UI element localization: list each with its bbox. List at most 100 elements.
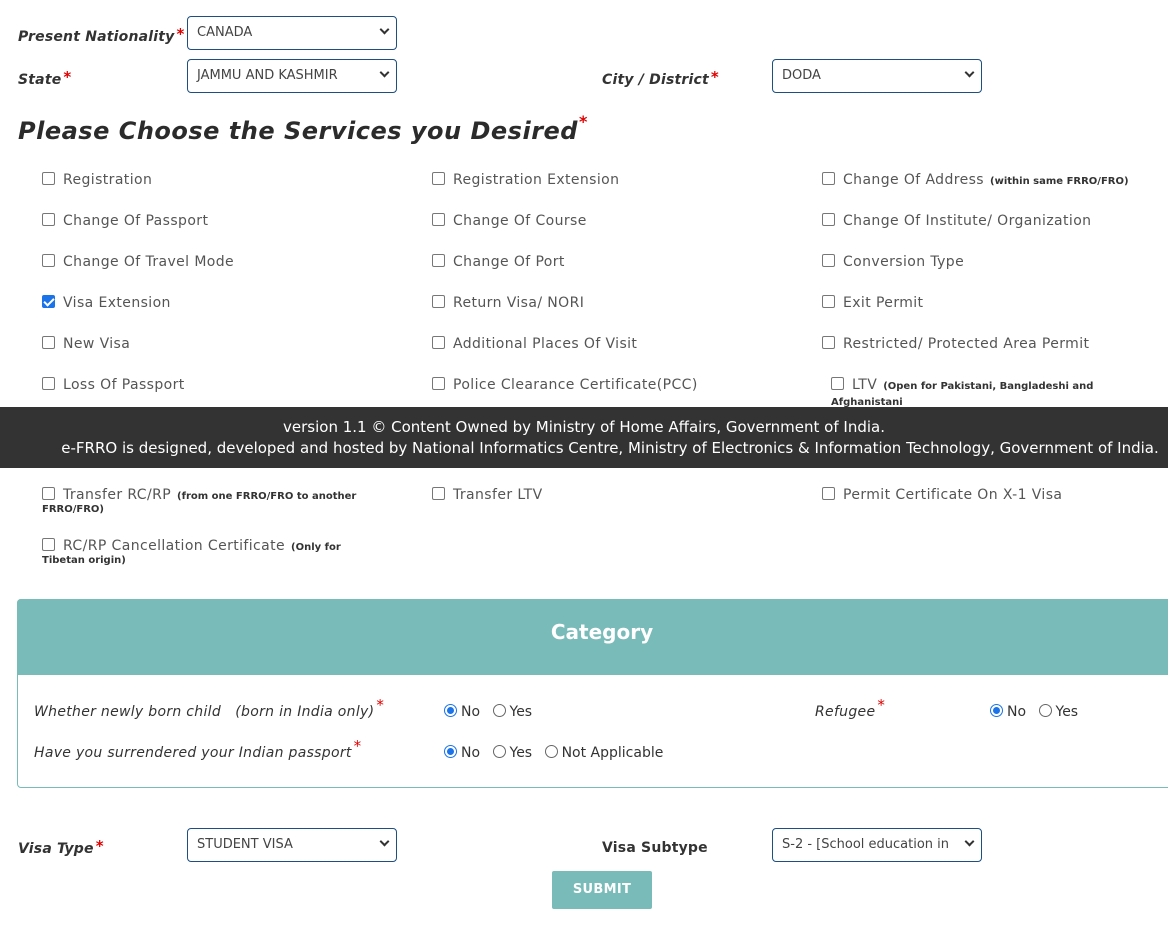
service-note-continued: FRRO/FRO) [42,504,104,515]
chevron-down-icon [964,836,975,847]
radio-icon[interactable] [492,745,506,758]
service-label: Change Of Address [843,172,985,188]
required-mark: * [63,68,72,86]
city-select[interactable]: DODA [772,59,982,93]
city-label: City / District * [602,68,719,88]
checkbox-icon[interactable] [432,254,445,267]
service-option[interactable]: Change Of Course [432,213,587,229]
newborn-option-no[interactable]: No [444,704,480,720]
service-option[interactable]: Exit Permit [822,295,923,311]
state-select[interactable]: JAMMU AND KASHMIR [187,59,397,93]
radio-icon[interactable] [544,745,558,758]
checkbox-icon[interactable] [432,172,445,185]
service-label: Change Of Course [453,213,587,229]
required-mark: * [353,737,362,755]
checkbox-icon[interactable] [822,172,835,185]
service-note: (Only for [291,542,341,553]
checkbox-icon[interactable] [432,295,445,308]
nationality-select[interactable]: CANADA [187,16,397,50]
required-mark: * [578,112,588,131]
checkbox-icon[interactable] [432,487,445,500]
surrendered-label-text: Have you surrendered your Indian passpor… [34,745,352,761]
service-option[interactable]: Permit Certificate On X-1 Visa [822,487,1062,503]
checkbox-icon[interactable] [432,377,445,390]
service-label: Additional Places Of Visit [453,336,638,352]
checkbox-icon[interactable] [822,213,835,226]
service-label: Restricted/ Protected Area Permit [843,336,1090,352]
radio-selected-icon[interactable] [444,704,457,717]
checkbox-icon[interactable] [822,254,835,267]
service-note-continued: Tibetan origin) [42,555,126,566]
visa-subtype-value: S-2 - [School education in [782,837,950,852]
required-mark: * [95,837,104,855]
newborn-option-yes[interactable]: Yes [492,704,532,720]
service-note: (from one FRRO/FRO to another [177,491,357,502]
services-title: Please Choose the Services you Desired* [18,112,588,145]
service-option[interactable]: Registration [42,172,152,188]
checkbox-icon[interactable] [822,336,835,349]
checkbox-icon[interactable] [432,336,445,349]
checkbox-icon[interactable] [42,172,55,185]
required-mark: * [877,696,886,714]
service-label: Return Visa/ NORI [453,295,585,311]
visa-type-label-text: Visa Type [18,841,94,857]
service-option[interactable]: Restricted/ Protected Area Permit [822,336,1089,352]
service-option[interactable]: Police Clearance Certificate(PCC) [432,377,698,393]
service-note: (within same FRRO/FRO) [990,176,1129,187]
service-option[interactable]: Change Of Address (within same FRRO/FRO) [822,172,1129,188]
checkbox-icon[interactable] [42,538,55,551]
refugee-option-yes[interactable]: Yes [1038,704,1078,720]
surrendered-option-no[interactable]: No [444,745,480,761]
surrendered-option-yes[interactable]: Yes [492,745,532,761]
submit-button[interactable]: SUBMIT [552,871,652,909]
visa-type-value: STUDENT VISA [197,837,293,852]
service-option[interactable]: Conversion Type [822,254,964,270]
radio-selected-icon[interactable] [990,704,1003,717]
service-label: Permit Certificate On X-1 Visa [843,487,1063,503]
newborn-radio-group: No Yes [444,704,540,720]
visa-type-select[interactable]: STUDENT VISA [187,828,397,862]
service-label: Change Of Passport [63,213,209,229]
service-label: Conversion Type [843,254,965,270]
checkbox-icon[interactable] [42,213,55,226]
surrendered-option-na[interactable]: Not Applicable [544,745,664,761]
service-option[interactable]: Additional Places Of Visit [432,336,637,352]
service-option[interactable]: Transfer LTV [432,487,543,503]
service-option[interactable]: Change Of Passport [42,213,208,229]
service-option[interactable]: Registration Extension [432,172,619,188]
checkbox-icon[interactable] [42,377,55,390]
radio-icon[interactable] [492,704,506,717]
service-label: Visa Extension [63,295,171,311]
checkbox-icon[interactable] [822,487,835,500]
service-option[interactable]: Transfer RC/RP (from one FRRO/FRO to anot… [42,487,356,517]
option-label: Not Applicable [561,745,664,761]
service-option[interactable]: Loss Of Passport [42,377,185,393]
service-label: Change Of Port [453,254,565,270]
service-option[interactable]: RC/RP Cancellation Certificate (Only for T… [42,538,341,568]
checkbox-checked-icon[interactable] [42,295,55,308]
checkbox-icon[interactable] [831,377,844,390]
checkbox-icon[interactable] [42,336,55,349]
service-option[interactable]: Change Of Port [432,254,565,270]
visa-subtype-select[interactable]: S-2 - [School education in [772,828,982,862]
service-option[interactable]: Change Of Institute/ Organization [822,213,1091,229]
chevron-down-icon [379,67,390,78]
checkbox-icon[interactable] [42,254,55,267]
service-option[interactable]: Change Of Travel Mode [42,254,234,270]
service-label: Change Of Travel Mode [63,254,235,270]
city-label-text: City / District [602,72,709,88]
radio-selected-icon[interactable] [444,745,457,758]
refugee-option-no[interactable]: No [990,704,1026,720]
service-option[interactable]: Visa Extension [42,295,171,311]
service-label: Transfer RC/RP [63,487,172,503]
service-label: Registration [63,172,153,188]
radio-icon[interactable] [1038,704,1052,717]
checkbox-icon[interactable] [432,213,445,226]
service-option[interactable]: New Visa [42,336,130,352]
service-label: Loss Of Passport [63,377,185,393]
checkbox-icon[interactable] [822,295,835,308]
checkbox-icon[interactable] [42,487,55,500]
state-label: State * [18,68,72,88]
state-value: JAMMU AND KASHMIR [197,68,338,83]
service-option[interactable]: Return Visa/ NORI [432,295,584,311]
